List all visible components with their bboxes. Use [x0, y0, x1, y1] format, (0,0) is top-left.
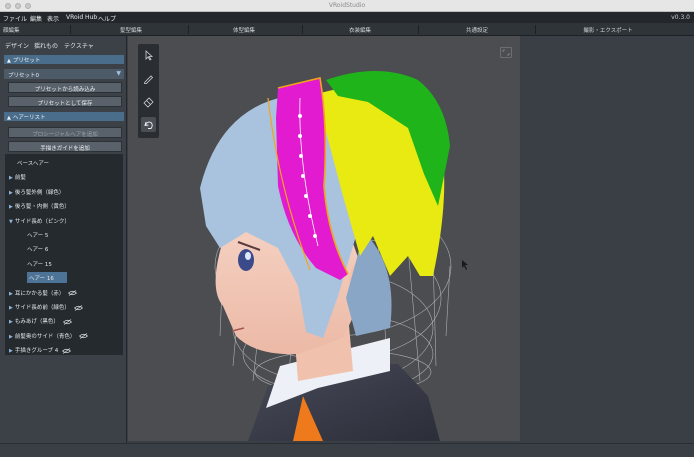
hair-list-item[interactable]: ▶ 後ろ髪・内側（黄色） — [9, 200, 70, 211]
subtab-sway[interactable]: 揺れもの — [34, 41, 58, 50]
hair-list-item-label: サイド長め前（緑色） — [14, 305, 70, 311]
hair-list-item-label: 耳にかかる髪（赤） — [14, 290, 65, 297]
tab-outfit[interactable]: 衣装編集 — [349, 26, 371, 34]
pen-tool-button[interactable] — [141, 71, 156, 86]
hidden-eye-icon[interactable] — [62, 319, 72, 325]
3d-viewport[interactable] — [128, 36, 520, 441]
collapsed-arrow-icon[interactable]: ▶ — [9, 319, 13, 325]
hidden-eye-icon[interactable] — [62, 347, 72, 354]
hair-list-item[interactable]: ▶ 耳にかかる髪（赤） — [9, 287, 78, 298]
hair-list-item-label: 後ろ髪・内側（黄色） — [14, 204, 70, 211]
hair-list-item-label: 前髪 — [14, 175, 26, 182]
left-panel: デザイン 揺れもの テクスチャ ▲ プリセット プリセット0 ▼ プリセットから読… — [0, 36, 127, 443]
menu-vroid-hub[interactable]: VRoid Hub — [66, 14, 97, 21]
hair-list-item[interactable]: ▶ サイド長め前（緑色） — [9, 301, 83, 312]
select-tool-button[interactable] — [141, 48, 156, 63]
hair-list-item-label: ヘアー 16 — [29, 276, 54, 283]
hair-list-item[interactable]: ▶ 手描きグループ 4 — [9, 344, 72, 355]
tab-divider — [302, 25, 303, 34]
hidden-eye-icon[interactable] — [73, 304, 83, 311]
hair-list-section-header[interactable]: ▲ ヘアーリスト — [4, 112, 124, 121]
sub-tab-bar: デザイン 揺れもの テクスチャ — [0, 36, 127, 50]
version-label: v0.3.0 — [671, 14, 690, 21]
character-preview-image — [200, 71, 468, 441]
hidden-eye-icon[interactable] — [79, 333, 89, 340]
collapsed-arrow-icon[interactable]: ▶ — [9, 348, 13, 354]
viewport-toolbar — [138, 44, 159, 138]
tab-divider — [535, 25, 536, 34]
menu-file[interactable]: ファイル — [3, 14, 27, 23]
title-bar: VRoidStudio — [0, 0, 694, 12]
expanded-arrow-icon[interactable]: ▼ — [9, 219, 13, 225]
save-as-preset-button[interactable]: プリセットとして保存 — [8, 96, 122, 107]
right-panel — [522, 36, 694, 443]
eraser-tool-button[interactable] — [141, 94, 156, 109]
subtab-design[interactable]: デザイン — [5, 41, 29, 50]
tab-body[interactable]: 体型編集 — [233, 26, 255, 34]
cursor-arrow-icon — [145, 50, 154, 61]
hair-list-item-label: 手描きグループ 4 — [14, 348, 59, 355]
menu-edit[interactable]: 編集 — [30, 14, 42, 23]
undo-tool-button[interactable] — [141, 117, 156, 132]
tab-face[interactable]: 顔編集 — [3, 26, 20, 34]
dropdown-caret-icon: ▼ — [116, 70, 121, 77]
hair-list-item[interactable]: ヘアー 15 — [27, 258, 52, 269]
tab-divider — [418, 25, 419, 34]
viewport-fullscreen-button[interactable] — [500, 47, 512, 58]
collapsed-arrow-icon[interactable]: ▶ — [9, 204, 13, 210]
hair-list-item-label: もみあげ（黒色） — [14, 319, 59, 326]
collapsed-arrow-icon[interactable]: ▶ — [9, 190, 13, 196]
hair-list-item[interactable]: ▶ 前髪奥のサイド（青色） — [9, 330, 89, 341]
tab-divider — [70, 25, 71, 34]
window-title: VRoidStudio — [328, 2, 366, 9]
hidden-eye-icon[interactable] — [68, 290, 78, 296]
hair-list-item[interactable]: ▶ 後ろ髪外側（緑色） — [9, 186, 64, 197]
hair-list-section-title: ヘアーリスト — [12, 115, 46, 121]
hair-list-item-label: 前髪奥のサイド（青色） — [14, 333, 76, 340]
preset-select-value: プリセット0 — [8, 72, 39, 79]
pen-icon — [143, 75, 154, 84]
hair-list-item[interactable]: ヘアー 16 — [27, 272, 67, 284]
hair-list-item-label: ヘアー 6 — [27, 247, 49, 254]
collapsed-arrow-icon[interactable]: ▶ — [9, 334, 13, 340]
hair-list-item[interactable]: ▼ サイド長め（ピンク） — [9, 215, 70, 226]
tab-photo-export[interactable]: 撮影・エクスポート — [583, 26, 632, 34]
load-from-preset-button[interactable]: プリセットから読み込み — [8, 82, 122, 93]
hair-list-tree: ベースヘアー ▶ 前髪 ▶ 後ろ髪外側（緑色） ▶ 後ろ髪・内側（黄色） ▼ サイド長め（ピンク… — [5, 154, 123, 355]
collapse-arrow-icon: ▲ — [7, 115, 11, 121]
hair-list-item[interactable]: ▶ もみあげ（黒色） — [9, 315, 72, 326]
collapsed-arrow-icon[interactable]: ▶ — [9, 291, 13, 297]
preset-section-header[interactable]: ▲ プリセット — [4, 55, 124, 64]
preset-select[interactable]: プリセット0 ▼ — [4, 69, 124, 79]
undo-icon — [144, 121, 153, 129]
add-procedural-hair-button[interactable]: プロシージャルヘアを追加 — [8, 127, 122, 138]
subtab-texture[interactable]: テクスチャ — [64, 41, 94, 50]
status-bar — [0, 443, 694, 457]
tab-divider — [188, 25, 189, 34]
collapsed-arrow-icon[interactable]: ▶ — [9, 175, 13, 181]
hair-list-item[interactable]: ▶ 前髪 — [9, 171, 26, 182]
expand-icon — [502, 49, 510, 56]
collapsed-arrow-icon[interactable]: ▶ — [9, 305, 13, 311]
menu-view[interactable]: 表示 — [47, 14, 59, 23]
main-tab-bar: 顔編集 髪型編集 体型編集 衣装編集 共通設定 撮影・エクスポート — [0, 23, 694, 36]
add-hand-drawn-guide-button[interactable]: 手描きガイドを追加 — [8, 141, 122, 152]
hair-list-item[interactable]: ベースヘアー — [9, 157, 49, 168]
collapse-arrow-icon: ▲ — [7, 58, 11, 64]
hair-list-item[interactable]: ヘアー 6 — [27, 243, 48, 254]
hair-list-item-label: 後ろ髪外側（緑色） — [14, 189, 65, 196]
eraser-icon — [143, 97, 154, 108]
hair-list-item-label: ヘアー 5 — [27, 233, 49, 239]
preset-section-title: プリセット — [12, 58, 41, 64]
hair-list-item-label: ベースヘアー — [17, 161, 50, 167]
menu-bar: ファイル 編集 表示 VRoid Hub ヘルプ v0.3.0 — [0, 12, 694, 23]
hair-list-item-label: ヘアー 15 — [27, 261, 52, 268]
menu-help[interactable]: ヘルプ — [98, 14, 116, 23]
tab-hair[interactable]: 髪型編集 — [120, 26, 142, 34]
hair-list-item[interactable]: ヘアー 5 — [27, 229, 48, 240]
hair-list-item-label: サイド長め（ピンク） — [14, 218, 70, 225]
tab-common-settings[interactable]: 共通設定 — [466, 26, 488, 34]
